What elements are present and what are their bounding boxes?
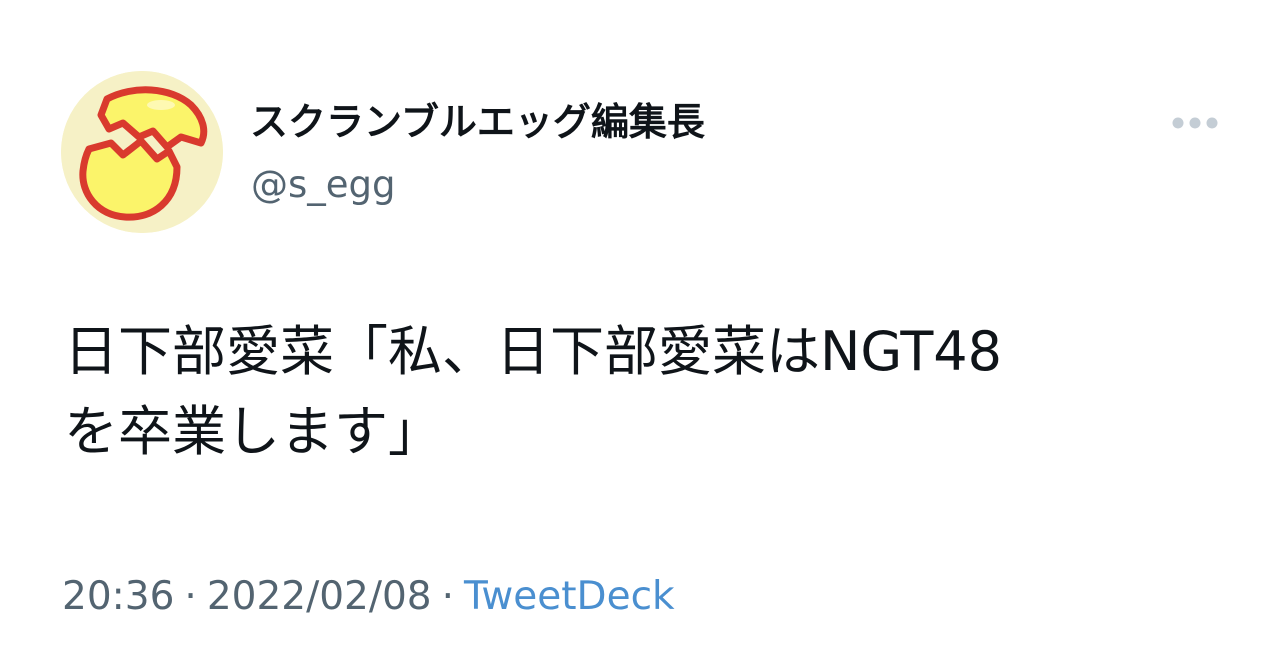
- tweet-meta: 20:36 · 2022/02/08 · TweetDeck: [62, 572, 675, 622]
- tweet-text-line: 日下部愛菜「私、日下部愛菜はNGT48: [64, 320, 1003, 383]
- author-handle[interactable]: @s_egg: [251, 160, 396, 210]
- tweet-card: スクランブルエッグ編集長 @s_egg 日下部愛菜「私、日下部愛菜はNGT48 …: [0, 0, 1282, 651]
- avatar[interactable]: [61, 71, 223, 233]
- cracked-egg-icon: [61, 71, 223, 233]
- meta-separator: ·: [441, 574, 455, 619]
- meta-separator: ·: [184, 574, 197, 619]
- tweet-time[interactable]: 20:36: [62, 574, 174, 619]
- more-options-button[interactable]: [1168, 106, 1222, 140]
- author-display-name[interactable]: スクランブルエッグ編集長: [250, 96, 705, 148]
- tweet-text: 日下部愛菜「私、日下部愛菜はNGT48 を卒業します」: [64, 312, 1214, 472]
- more-horizontal-icon: [1172, 117, 1218, 129]
- tweet-text-line: を卒業します」: [64, 400, 442, 463]
- tweet-source-link[interactable]: TweetDeck: [464, 574, 675, 619]
- tweet-date[interactable]: 2022/02/08: [207, 574, 432, 619]
